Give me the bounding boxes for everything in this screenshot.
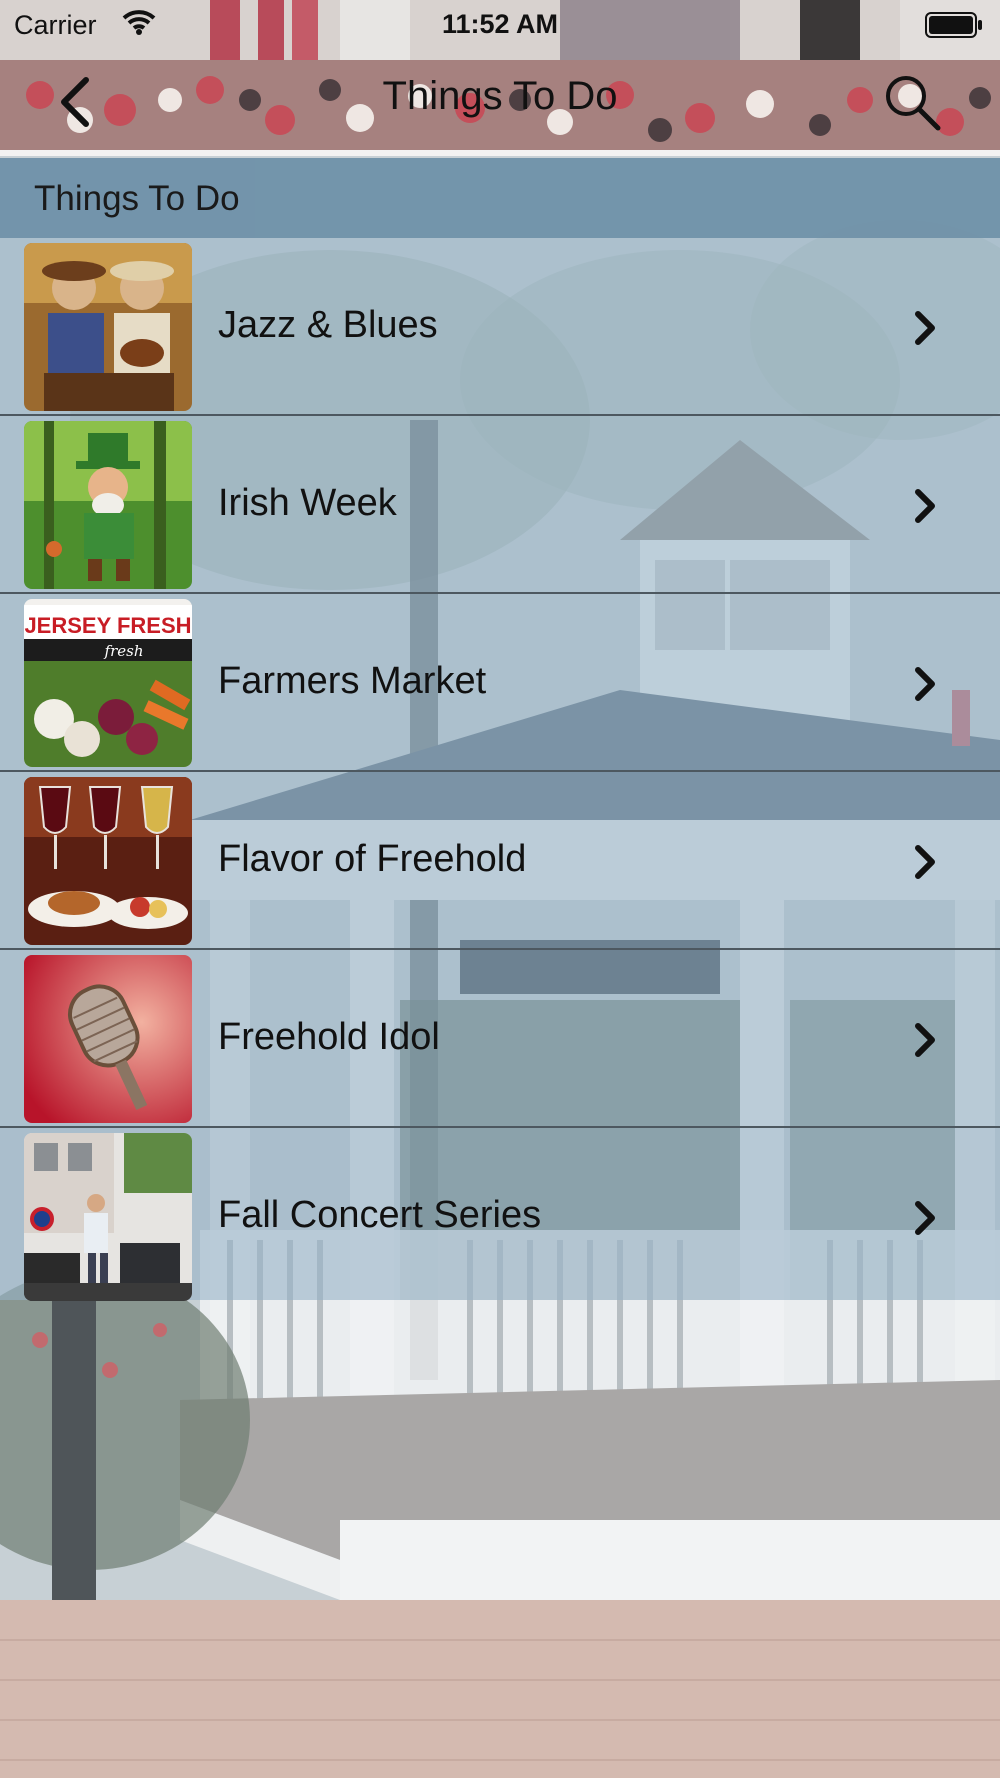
battery-icon: [925, 12, 982, 38]
list-item-label: Freehold Idol: [218, 1016, 440, 1058]
list-item-label: Fall Concert Series: [218, 1194, 542, 1236]
list-item-flavor-of-freehold[interactable]: Flavor of Freehold: [0, 772, 1000, 950]
nav-header: Carrier 11:52 AM Things To Do: [0, 0, 1000, 156]
list-item-label: Irish Week: [218, 482, 397, 524]
chevron-right-icon: [915, 311, 935, 345]
list-item-fall-concert-series[interactable]: Fall Concert Series: [0, 1128, 1000, 1301]
jersey-fresh-logo-text: JERSEY FRESH: [24, 613, 191, 638]
section-header: Things To Do: [0, 158, 1000, 238]
list-item-irish-week[interactable]: Irish Week: [0, 416, 1000, 594]
fresh-logo-text: fresh: [104, 642, 144, 660]
chevron-right-icon: [915, 1201, 935, 1235]
events-list: Jazz & Blues Irish Week JERSEY FRESH fre…: [0, 238, 1000, 1301]
list-item-label: Flavor of Freehold: [218, 838, 527, 880]
list-item-jazz-blues[interactable]: Jazz & Blues: [0, 238, 1000, 416]
section-title: Things To Do: [34, 179, 240, 218]
chevron-right-icon: [915, 667, 935, 701]
list-item-label: Jazz & Blues: [218, 304, 438, 346]
search-icon[interactable]: [882, 72, 942, 132]
list-item-freehold-idol[interactable]: Freehold Idol: [0, 950, 1000, 1128]
status-bar: Carrier 11:52 AM: [0, 0, 1000, 48]
chevron-right-icon: [915, 845, 935, 879]
thumbnail-image: [24, 243, 192, 411]
list-item-farmers-market[interactable]: JERSEY FRESH fresh Farmers Market: [0, 594, 1000, 772]
thumbnail-image: [24, 1133, 192, 1301]
page-title: Things To Do: [382, 74, 618, 118]
thumbnail-image: [24, 421, 192, 589]
thumbnail-image: JERSEY FRESH fresh: [24, 599, 192, 767]
thumbnail-image: [24, 955, 192, 1123]
chevron-right-icon: [915, 489, 935, 523]
chevron-right-icon: [915, 1023, 935, 1057]
list-item-label: Farmers Market: [218, 660, 487, 702]
thumbnail-image: [24, 777, 192, 945]
status-time: 11:52 AM: [441, 9, 559, 39]
